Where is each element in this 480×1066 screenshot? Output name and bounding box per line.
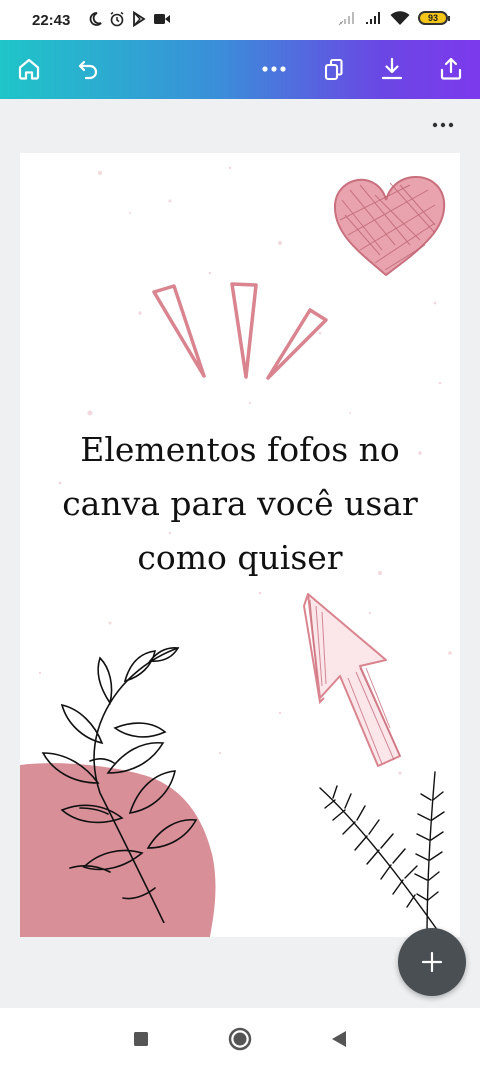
home-circle-icon [228,1027,252,1051]
signal-weak-icon [338,12,354,26]
page-options-button[interactable] [428,114,458,136]
pages-button[interactable] [313,48,355,90]
design-title[interactable]: Elementos fofos no canva para você usar … [20,423,460,585]
download-icon [381,57,403,80]
alarm-icon [110,11,124,27]
undo-icon [78,60,98,80]
share-icon [440,57,462,80]
wifi-icon [390,11,410,25]
more-options-button[interactable] [253,48,295,90]
leaf-branch-left-illustration [41,647,198,923]
video-icon [154,14,170,24]
burst-lines-illustration [152,282,328,380]
home-nav-button[interactable] [225,1024,255,1054]
play-store-icon [133,11,146,27]
battery-level: 93 [427,13,438,23]
share-button[interactable] [430,48,472,90]
add-element-button[interactable] [398,928,466,996]
back-icon [332,1031,346,1047]
download-button[interactable] [371,48,413,90]
signal-icon [366,12,380,24]
design-page[interactable]: Elementos fofos no canva para você usar … [20,153,460,937]
design-title-line3: como quiser [137,538,343,577]
recent-apps-icon [134,1032,148,1046]
more-icon [262,66,286,72]
undo-button[interactable] [68,48,110,90]
back-button[interactable] [324,1024,354,1054]
plus-icon [421,951,443,973]
home-icon [18,58,40,80]
moon-icon [89,12,102,26]
editor-toolbar [0,40,480,99]
status-bar: 22:43 93 [0,0,480,40]
arrow-illustration [302,593,401,767]
design-title-line2: canva para você usar [62,484,418,523]
fern-right-illustration [319,771,445,937]
battery-icon: 93 [418,11,450,25]
design-title-line1: Elementos fofos no [80,430,400,469]
system-nav-bar [0,1008,480,1066]
heart-illustration [333,175,446,277]
more-icon [432,122,454,128]
status-time: 22:43 [32,12,71,29]
home-button[interactable] [8,48,50,90]
copy-pages-icon [324,58,343,81]
recent-apps-button[interactable] [126,1024,156,1054]
